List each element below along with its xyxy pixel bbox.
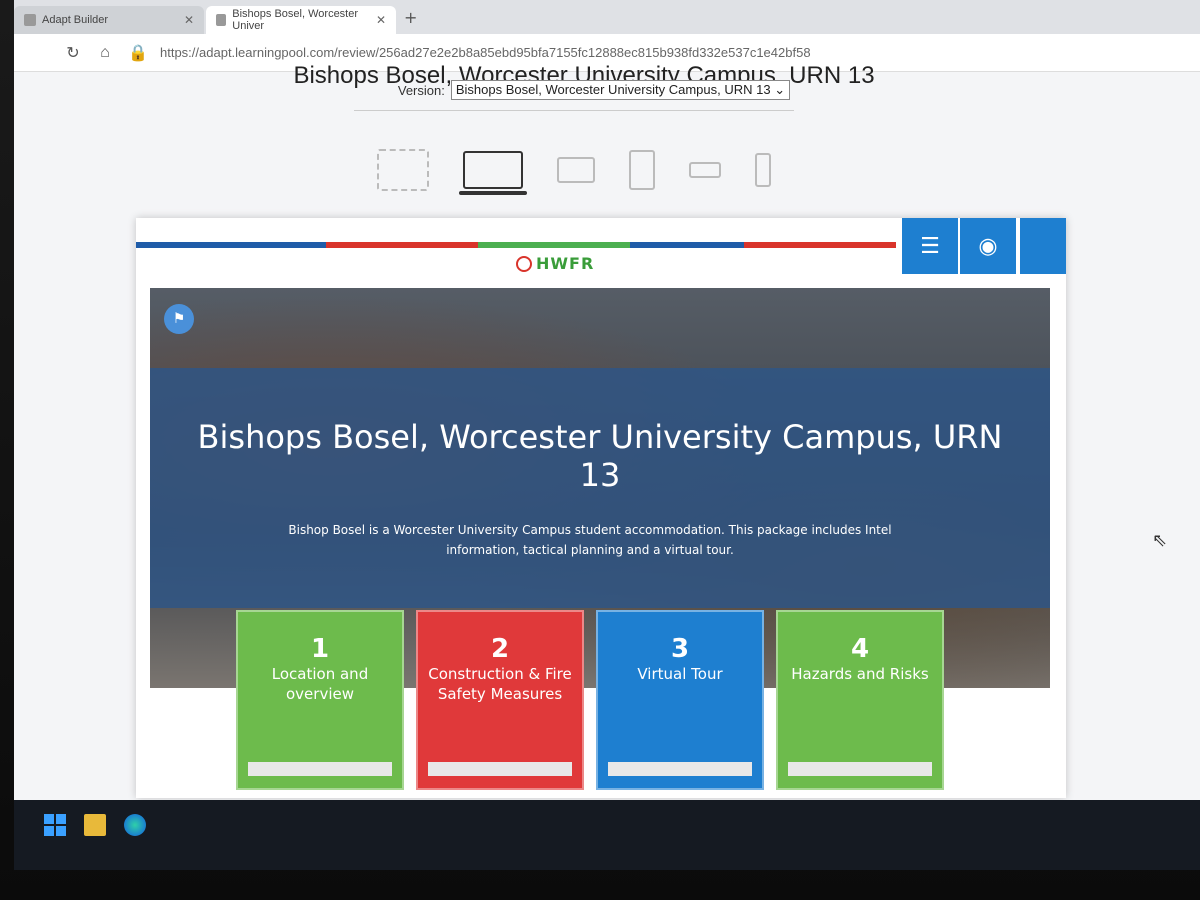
- menu-tiles: 1 Location and overview 2 Construction &…: [236, 610, 956, 790]
- tab-adapt-builder[interactable]: Adapt Builder ✕: [14, 6, 204, 34]
- tile-progress-bar: [788, 762, 932, 776]
- course-logo: HWFR: [516, 254, 594, 273]
- visua-button[interactable]: ◉: [960, 218, 1016, 274]
- tab-close-icon[interactable]: ✕: [376, 13, 386, 27]
- tile-progress-bar: [248, 762, 392, 776]
- home-icon[interactable]: ⌂: [96, 44, 114, 62]
- version-label: Version:: [397, 82, 445, 98]
- hero-description: Bishop Bosel is a Worcester University C…: [288, 523, 892, 557]
- reload-icon[interactable]: ↻: [64, 43, 82, 63]
- new-tab-icon[interactable]: +: [404, 8, 417, 27]
- tab-close-icon[interactable]: ✕: [184, 13, 194, 27]
- menu-list-icon: ☰: [920, 233, 940, 259]
- tablet-portrait-device-icon[interactable]: [629, 150, 655, 190]
- topbar-edge: [1018, 218, 1066, 274]
- version-selected-value: Bishops Bosel, Worcester University Camp…: [455, 82, 771, 97]
- logo-text: HWFR: [536, 254, 595, 273]
- eye-icon: ◉: [978, 233, 998, 259]
- tile-construction-fire-safety[interactable]: 2 Construction & Fire Safety Measures: [416, 610, 584, 790]
- taskbar: [14, 800, 1200, 870]
- tab-favicon-icon: [216, 14, 227, 26]
- edge-browser-icon[interactable]: [124, 814, 146, 836]
- tile-virtual-tour[interactable]: 3 Virtual Tour: [596, 610, 764, 790]
- tab-favicon-icon: [24, 14, 36, 26]
- tile-number: 2: [490, 634, 510, 664]
- tab-label: Bishops Bosel, Worcester Univer: [232, 8, 359, 32]
- logo-emblem-icon: [516, 255, 532, 272]
- flag-icon: ⚑: [172, 311, 186, 327]
- tile-location-overview[interactable]: 1 Location and overview: [236, 610, 404, 790]
- url-field[interactable]: https://adapt.learningpool.com/review/25…: [160, 45, 1060, 60]
- phone-landscape-device-icon[interactable]: [689, 162, 721, 178]
- tile-number: 3: [670, 634, 690, 664]
- divider: [354, 110, 794, 111]
- tile-number: 1: [310, 634, 330, 664]
- tile-progress-bar: [608, 762, 752, 776]
- laptop-device-icon[interactable]: [459, 151, 527, 195]
- version-select[interactable]: Bishops Bosel, Worcester University Camp…: [450, 80, 791, 100]
- device-selector: [364, 140, 784, 200]
- file-explorer-icon[interactable]: [84, 814, 106, 836]
- tablet-landscape-device-icon[interactable]: [557, 157, 595, 183]
- version-row: Version: Bishops Bosel, Worcester Univer…: [364, 80, 824, 100]
- mouse-cursor-icon: ⇖: [1152, 530, 1168, 551]
- screen: Adapt Builder ✕ Bishops Bosel, Worcester…: [14, 0, 1200, 870]
- browser-tab-bar: Adapt Builder ✕ Bishops Bosel, Worcester…: [14, 0, 1200, 34]
- fullscreen-device-icon[interactable]: [377, 149, 429, 191]
- hero-title: Bishops Bosel, Worcester University Camp…: [197, 418, 1003, 494]
- tab-review[interactable]: Bishops Bosel, Worcester Univer ✕: [206, 6, 396, 34]
- chevron-down-icon: ⌄: [774, 82, 786, 97]
- tile-label: Location and overview: [271, 665, 369, 703]
- tile-label: Hazards and Risks: [791, 665, 929, 683]
- tile-label: Virtual Tour: [637, 665, 723, 683]
- start-menu-icon[interactable]: [44, 814, 66, 836]
- tile-progress-bar: [428, 762, 572, 776]
- tab-label: Adapt Builder: [42, 14, 109, 26]
- flag-button[interactable]: ⚑: [164, 304, 194, 334]
- lock-icon: 🔒: [128, 44, 148, 62]
- tile-number: 4: [850, 634, 870, 664]
- tile-label: Construction & Fire Safety Measures: [428, 665, 572, 703]
- phone-portrait-device-icon[interactable]: [755, 153, 771, 187]
- tile-hazards-risks[interactable]: 4 Hazards and Risks: [776, 610, 944, 790]
- course-preview: HWFR ☰ ◉ ⚑ Bishops Bosel, Worcester Univ…: [136, 218, 1066, 798]
- menu-button[interactable]: ☰: [902, 218, 958, 274]
